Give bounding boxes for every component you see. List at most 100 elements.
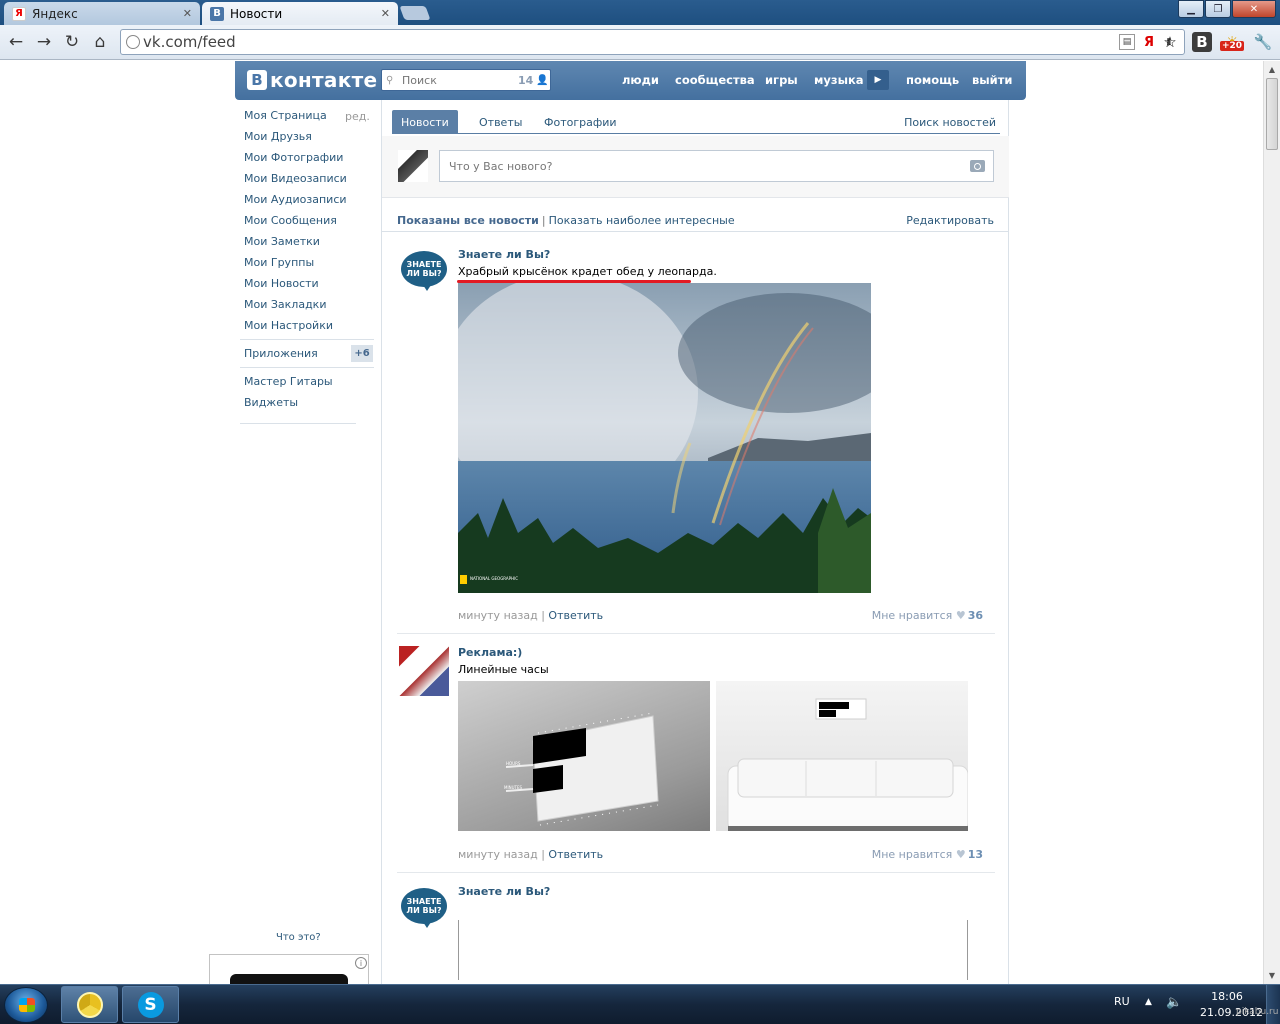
new-post-input[interactable]: Что у Вас нового?	[439, 150, 994, 182]
tab-replies[interactable]: Ответы	[470, 110, 531, 134]
start-button[interactable]	[4, 987, 48, 1023]
back-arrow-icon[interactable]: ←	[5, 31, 27, 53]
post-author[interactable]: Знаете ли Вы?	[458, 885, 550, 898]
minimize-button[interactable]: ▁	[1178, 0, 1204, 18]
tab-close-icon[interactable]: ✕	[183, 7, 192, 20]
post-author[interactable]: Знаете ли Вы?	[458, 248, 550, 261]
sidebar-item-photos[interactable]: Мои Фотографии	[244, 150, 374, 171]
sidebar-item-videos[interactable]: Мои Видеозаписи	[244, 171, 374, 192]
sidebar-item-friends[interactable]: Мои Друзья	[244, 129, 374, 150]
post-avatar[interactable]	[399, 646, 449, 696]
vk-logo[interactable]: В контакте	[247, 68, 377, 92]
page-icon[interactable]: ▤	[1119, 34, 1135, 50]
wrench-icon[interactable]: 🔧	[1251, 30, 1275, 54]
tab-yandex[interactable]: Я Яндекс ✕	[4, 2, 200, 25]
apps-count-badge[interactable]: +6	[351, 345, 373, 362]
post-time[interactable]: минуту назад	[458, 848, 538, 861]
camera-icon[interactable]	[970, 160, 985, 172]
reply-link[interactable]: Ответить	[548, 609, 603, 622]
edit-link[interactable]: ред.	[345, 110, 370, 123]
post-avatar[interactable]: ЗНАЕТЕ ЛИ ВЫ?	[399, 885, 449, 935]
sidebar-item-bookmarks[interactable]: Мои Закладки	[244, 297, 374, 318]
search-input[interactable]	[402, 73, 512, 87]
info-icon[interactable]: i	[355, 957, 367, 969]
filter-edit-link[interactable]: Редактировать	[906, 214, 994, 227]
feed-tabs: Новости Ответы Фотографии Поиск новостей	[392, 110, 1000, 134]
user-icon: 👤	[536, 74, 549, 86]
sidebar-item-widgets[interactable]: Виджеты	[244, 396, 298, 409]
close-window-button[interactable]: ✕	[1232, 0, 1276, 18]
scrollbar-thumb[interactable]	[1266, 78, 1278, 150]
music-play-icon[interactable]: ▶	[867, 70, 889, 90]
sidebar-item-settings[interactable]: Мои Настройки	[244, 318, 374, 339]
windows-taskbar: S RU ▲ 🔈 18:06 21.09.2012	[0, 984, 1280, 1024]
menu-help[interactable]: помощь	[906, 73, 959, 87]
chrome-icon	[76, 991, 103, 1018]
skype-icon: S	[137, 991, 164, 1018]
menu-communities[interactable]: сообщества	[675, 73, 755, 87]
sidebar-divider	[240, 423, 356, 424]
post-avatar[interactable]: ЗНАЕТЕ ЛИ ВЫ?	[399, 248, 449, 298]
search-news-link[interactable]: Поиск новостей	[904, 110, 996, 134]
ad-what-is-this-link[interactable]: Что это?	[276, 932, 321, 943]
post-author[interactable]: Реклама:)	[458, 646, 522, 659]
post-photo[interactable]: NATIONAL GEOGRAPHIC	[458, 283, 871, 593]
globe-icon	[126, 35, 140, 49]
post-photo[interactable]: HOURS MINUTES	[458, 681, 710, 831]
filter-all-news[interactable]: Показаны все новости	[397, 214, 539, 227]
sidebar-item-guitar-master[interactable]: Мастер Гитары	[244, 375, 333, 388]
feed-column: Новости Ответы Фотографии Поиск новостей…	[381, 100, 1009, 984]
vk-header: В контакте ⚲ 14 👤 люди сообщества игры м…	[235, 61, 1026, 100]
reply-link[interactable]: Ответить	[548, 848, 603, 861]
vk-favicon-icon: В	[210, 6, 224, 21]
feed-post: Реклама:) Линейные часы HOURS MINUTES ми…	[397, 646, 995, 873]
address-bar[interactable]: vk.com/feed ▤ Я ▮	[120, 29, 1185, 55]
like-button[interactable]: Мне нравится ♥ 36	[872, 609, 983, 622]
reload-icon[interactable]: ↻	[61, 31, 83, 53]
language-indicator[interactable]: RU	[1114, 995, 1130, 1008]
tab-photos[interactable]: Фотографии	[535, 110, 626, 134]
new-tab-button[interactable]	[399, 6, 431, 20]
sidebar-ad-box[interactable]: i	[209, 954, 369, 986]
volume-icon[interactable]: 🔈	[1166, 995, 1182, 1010]
taskbar-skype-button[interactable]: S	[122, 986, 179, 1023]
tab-news[interactable]: В Новости ✕	[202, 2, 398, 25]
tray-expand-icon[interactable]: ▲	[1145, 997, 1152, 1007]
filter-interesting-link[interactable]: Показать наиболее интересные	[549, 214, 735, 227]
vk-search-box[interactable]: ⚲ 14 👤	[381, 69, 551, 91]
avatar[interactable]	[398, 150, 428, 182]
maximize-button[interactable]: ❐	[1205, 0, 1231, 18]
tab-news-feed[interactable]: Новости	[392, 110, 458, 134]
home-icon[interactable]: ⌂	[89, 31, 111, 53]
show-desktop-button[interactable]	[1266, 985, 1280, 1024]
post-divider	[397, 633, 995, 634]
taskbar-chrome-button[interactable]	[61, 986, 118, 1023]
vk-extension-icon[interactable]: B	[1192, 32, 1212, 52]
forward-arrow-icon[interactable]: →	[33, 31, 55, 53]
post-photo-placeholder[interactable]	[458, 920, 968, 980]
avatar-bubble-tail	[421, 282, 433, 291]
yandex-favicon-icon: Я	[12, 6, 26, 21]
sidebar-item-news[interactable]: Мои Новости	[244, 276, 374, 297]
tab-close-icon[interactable]: ✕	[381, 7, 390, 20]
menu-logout[interactable]: выйти	[972, 73, 1012, 87]
scroll-up-arrow-icon[interactable]: ▲	[1264, 61, 1280, 78]
sofa-with-clock-image	[727, 698, 968, 831]
sidebar-item-notes[interactable]: Мои Заметки	[244, 234, 374, 255]
like-label: Мне нравится	[871, 609, 953, 622]
like-button[interactable]: Мне нравится ♥ 13	[872, 848, 983, 861]
photo-credit: NATIONAL GEOGRAPHIC	[470, 576, 518, 581]
sidebar-item-groups[interactable]: Мои Группы	[244, 255, 374, 276]
menu-people[interactable]: люди	[622, 73, 659, 87]
page-scrollbar[interactable]: ▲ ▼	[1263, 61, 1280, 984]
post-photo[interactable]	[716, 681, 968, 831]
sidebar-item-messages[interactable]: Мои Сообщения	[244, 213, 374, 234]
post-time[interactable]: минуту назад	[458, 609, 538, 622]
yandex-bar-icon[interactable]: Я	[1141, 34, 1157, 50]
menu-music[interactable]: музыка	[814, 73, 864, 87]
sidebar-item-audio[interactable]: Мои Аудиозаписи	[244, 192, 374, 213]
sidebar-item-apps[interactable]: Приложения	[244, 347, 318, 360]
scroll-down-arrow-icon[interactable]: ▼	[1264, 967, 1280, 984]
menu-games[interactable]: игры	[765, 73, 798, 87]
star-bookmark-icon[interactable]: ☆	[1158, 30, 1182, 54]
